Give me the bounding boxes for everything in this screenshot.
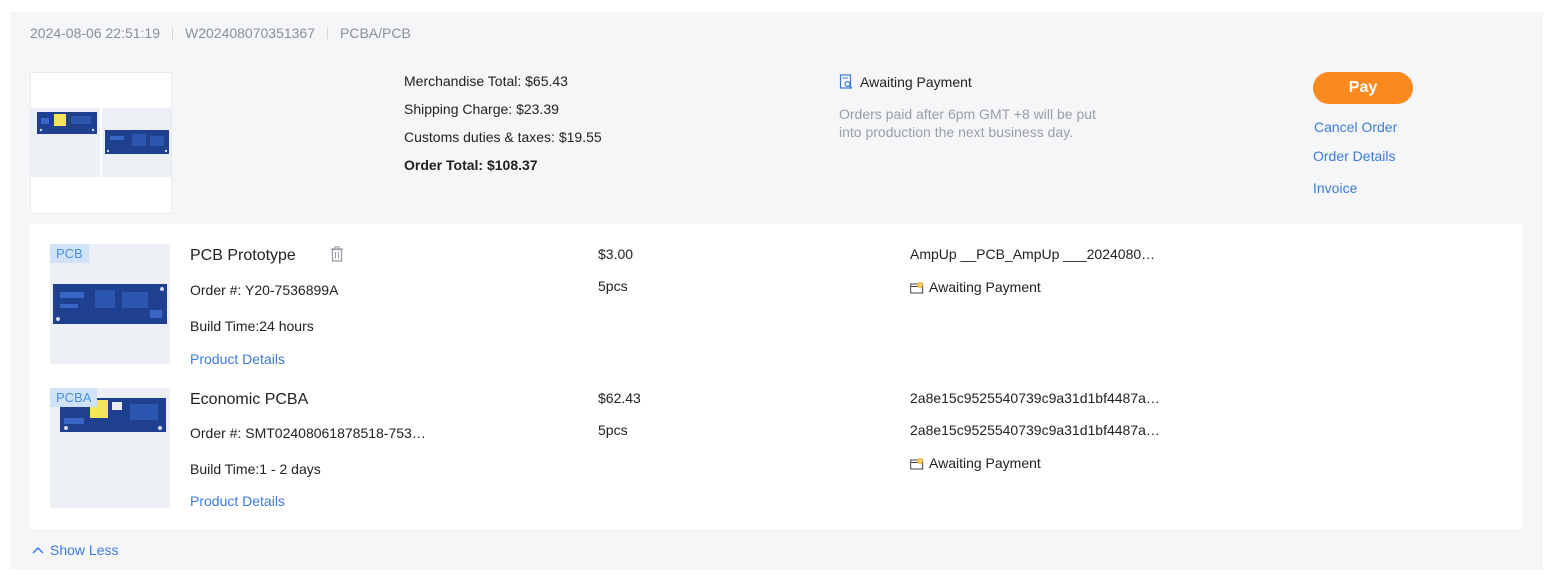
product-name: PCB Prototype [190,247,296,264]
invoice-link[interactable]: Invoice [1313,180,1357,196]
cancel-order-link[interactable]: Cancel Order [1314,119,1397,135]
product-details-link[interactable]: Product Details [190,351,285,367]
product-details-link[interactable]: Product Details [190,493,285,509]
order-status: Awaiting Payment Orders paid after 6pm G… [839,73,1119,141]
production-note: Orders paid after 6pm GMT +8 will be put… [839,106,1096,140]
order-summary: Merchandise Total: $65.43 Shipping Charg… [404,73,602,185]
pay-button[interactable]: Pay [1313,72,1413,104]
order-datetime: 2024-08-06 22:51:19 [30,25,160,41]
pcba-board-image [37,112,97,134]
order-card: 2024-08-06 22:51:19 W202408070351367 PCB… [10,12,1543,569]
build-time: Build Time:1 - 2 days [190,461,321,477]
list-item: PCBA Economic PCBA Order #: SMT024080618… [30,368,1523,509]
order-meta: 2024-08-06 22:51:19 W202408070351367 PCB… [30,25,411,41]
product-tag: PCB [50,244,89,263]
product-price: $62.43 [598,390,641,406]
order-actions: Pay Cancel Order Order Details Invoice [1313,72,1413,196]
product-quantity: 5pcs [598,278,628,294]
order-total: Order Total: $108.37 [404,157,538,173]
merchandise-total: Merchandise Total: $65.43 [404,73,568,89]
product-image[interactable]: PCBA [50,388,170,508]
product-order-number: Order #: Y20-7536899A [190,282,339,298]
wallet-pending-icon [910,457,924,469]
build-time: Build Time:24 hours [190,318,314,334]
divider [327,27,329,39]
item-status-label: Awaiting Payment [929,455,1041,471]
order-details-link[interactable]: Order Details [1313,148,1395,164]
wallet-pending-icon [910,281,924,293]
order-number: W202408070351367 [185,25,316,41]
product-price: $3.00 [598,246,634,262]
order-category: PCBA/PCB [340,25,411,41]
product-name: Economic PCBA [190,391,309,408]
thumbnail-pcb [102,108,171,177]
trash-icon[interactable] [330,246,344,265]
product-image[interactable]: PCB [50,244,170,364]
product-quantity: 5pcs [598,422,628,438]
order-thumbnails[interactable] [30,72,172,214]
item-status: Awaiting Payment [910,455,1041,471]
status-label: Awaiting Payment [860,74,972,90]
pcb-board-image [105,130,169,154]
file-name: 2a8e15c9525540739c9a31d1bf4487a… [910,390,1160,406]
show-less-label: Show Less [50,542,119,558]
customs-taxes: Customs duties & taxes: $19.55 [404,129,602,145]
list-item: PCB PCB Prototype Order #: Y20-7536899A … [30,224,1523,367]
item-status-label: Awaiting Payment [929,279,1041,295]
chevron-up-icon [32,546,44,554]
product-tag: PCBA [50,388,98,407]
document-search-icon [839,74,853,89]
shipping-charge: Shipping Charge: $23.39 [404,101,559,117]
product-order-number: Order #: SMT02408061878518-753… [190,425,426,441]
divider [172,27,173,39]
item-status: Awaiting Payment [910,279,1041,295]
file-name: AmpUp __PCB_AmpUp ___2024080… [910,246,1156,262]
file-name-secondary: 2a8e15c9525540739c9a31d1bf4487a… [910,422,1160,438]
show-less-toggle[interactable]: Show Less [32,542,118,558]
thumbnail-pcba [31,108,100,177]
order-items: PCB PCB Prototype Order #: Y20-7536899A … [30,224,1523,529]
